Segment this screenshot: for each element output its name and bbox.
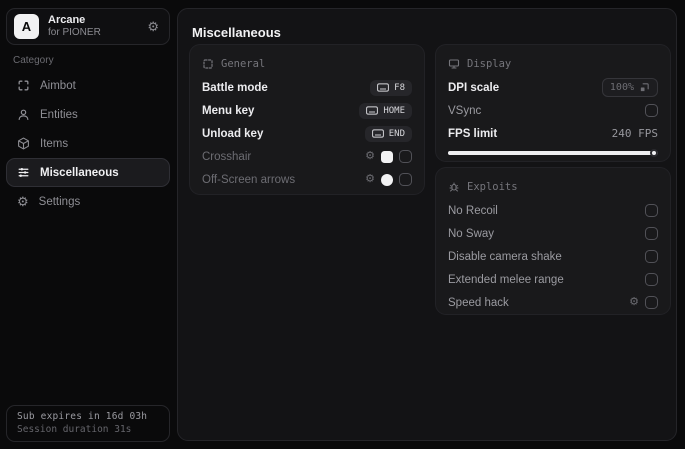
subscription-info-card: Sub expires in 16d 03h Session duration … [6, 405, 170, 442]
menu-key-keybind[interactable]: HOME [359, 102, 412, 119]
crosshair-label: Crosshair [202, 150, 252, 163]
sidebar: A Arcane for PIONER ⚙ Category Aimbot En [0, 0, 177, 449]
monitor-icon [448, 58, 460, 70]
sidebar-item-items[interactable]: Items [6, 129, 170, 158]
sidebar-item-aimbot[interactable]: Aimbot [6, 71, 170, 100]
speed-hack-checkbox[interactable] [645, 296, 658, 309]
battle-mode-row: Battle mode F8 [202, 76, 412, 99]
unload-key-row: Unload key END [202, 122, 412, 145]
fps-limit-value: 240 FPS [611, 127, 658, 140]
category-label: Category [13, 55, 54, 66]
session-duration-text: Session duration 31s [17, 424, 132, 435]
sidebar-item-label: Settings [38, 195, 81, 208]
speed-hack-row: Speed hack ⚙ [448, 291, 658, 314]
crosshair-checkbox[interactable] [399, 150, 412, 163]
exploits-header: Exploits [467, 181, 518, 193]
crosshair-color-swatch[interactable] [381, 150, 393, 163]
offscreen-arrows-settings-gear-icon[interactable]: ⚙ [365, 174, 375, 185]
sidebar-nav: Aimbot Entities Items Miscellaneous ⚙ Se… [6, 71, 170, 216]
display-header: Display [467, 58, 512, 70]
settings-gear-icon[interactable]: ⚙ [147, 20, 159, 33]
app-logo: A [14, 14, 39, 39]
no-recoil-label: No Recoil [448, 204, 498, 217]
menu-key-row: Menu key HOME [202, 99, 412, 122]
no-sway-row: No Sway [448, 222, 658, 245]
extended-melee-range-row: Extended melee range [448, 268, 658, 291]
no-recoil-checkbox[interactable] [645, 204, 658, 217]
sidebar-item-label: Miscellaneous [40, 166, 119, 179]
sidebar-item-entities[interactable]: Entities [6, 100, 170, 129]
vsync-label: VSync [448, 104, 482, 117]
no-recoil-row: No Recoil [448, 199, 658, 222]
offscreen-arrows-row: Off-Screen arrows ⚙ [202, 168, 412, 191]
person-icon [17, 108, 30, 121]
menu-key-label: Menu key [202, 104, 255, 117]
scale-icon [639, 82, 650, 93]
app-title: Arcane [48, 14, 86, 27]
sidebar-item-miscellaneous[interactable]: Miscellaneous [6, 158, 170, 187]
sliders-icon [17, 166, 30, 179]
offscreen-arrows-checkbox[interactable] [399, 173, 412, 186]
sidebar-item-settings[interactable]: ⚙ Settings [6, 187, 170, 216]
crosshair-settings-gear-icon[interactable]: ⚙ [365, 151, 375, 162]
offscreen-arrows-color-swatch[interactable] [381, 173, 393, 186]
fps-limit-slider[interactable] [448, 149, 658, 157]
sub-expiry-text: Sub expires in 16d 03h [17, 411, 148, 422]
offscreen-arrows-label: Off-Screen arrows [202, 173, 296, 186]
vsync-row: VSync [448, 99, 658, 122]
battle-mode-label: Battle mode [202, 81, 268, 94]
speed-hack-label: Speed hack [448, 296, 509, 309]
bug-icon [448, 181, 460, 193]
fps-limit-row: FPS limit 240 FPS [448, 122, 658, 145]
disable-camera-shake-row: Disable camera shake [448, 245, 658, 268]
no-sway-checkbox[interactable] [645, 227, 658, 240]
dpi-scale-row: DPI scale 100% [448, 76, 658, 99]
fps-limit-label: FPS limit [448, 127, 498, 140]
keyboard-icon [377, 83, 390, 92]
keyboard-icon [371, 129, 384, 138]
unload-key-keybind[interactable]: END [364, 125, 412, 142]
speed-hack-settings-gear-icon[interactable]: ⚙ [629, 297, 639, 308]
box-icon [17, 137, 30, 150]
disable-camera-shake-checkbox[interactable] [645, 250, 658, 263]
gear-icon: ⚙ [17, 194, 29, 209]
scan-icon [17, 79, 30, 92]
page-title: Miscellaneous [192, 25, 281, 40]
general-header: General [221, 58, 266, 70]
disable-camera-shake-label: Disable camera shake [448, 250, 562, 263]
extended-melee-range-checkbox[interactable] [645, 273, 658, 286]
dashed-square-icon [202, 58, 214, 70]
dpi-scale-select[interactable]: 100% [601, 78, 658, 97]
fps-slider-knob[interactable] [650, 149, 658, 157]
keyboard-icon [366, 106, 379, 115]
sidebar-item-label: Aimbot [40, 79, 76, 92]
general-card: General Battle mode F8 Menu key HOME Unl… [190, 45, 424, 194]
battle-mode-keybind[interactable]: F8 [370, 79, 412, 96]
sidebar-item-label: Entities [40, 108, 78, 121]
main-panel: Miscellaneous General Battle mode F8 Men… [177, 8, 677, 441]
display-card: Display DPI scale 100% VSync FPS limit 2… [436, 45, 670, 161]
vsync-checkbox[interactable] [645, 104, 658, 117]
crosshair-row: Crosshair ⚙ [202, 145, 412, 168]
unload-key-label: Unload key [202, 127, 264, 140]
dpi-scale-label: DPI scale [448, 81, 500, 94]
no-sway-label: No Sway [448, 227, 495, 240]
fps-slider-fill [448, 151, 658, 155]
app-subtitle: for PIONER [48, 27, 101, 39]
extended-melee-range-label: Extended melee range [448, 273, 564, 286]
logo-card: A Arcane for PIONER ⚙ [6, 8, 170, 45]
exploits-card: Exploits No Recoil No Sway Disable camer… [436, 168, 670, 314]
sidebar-item-label: Items [40, 137, 69, 150]
